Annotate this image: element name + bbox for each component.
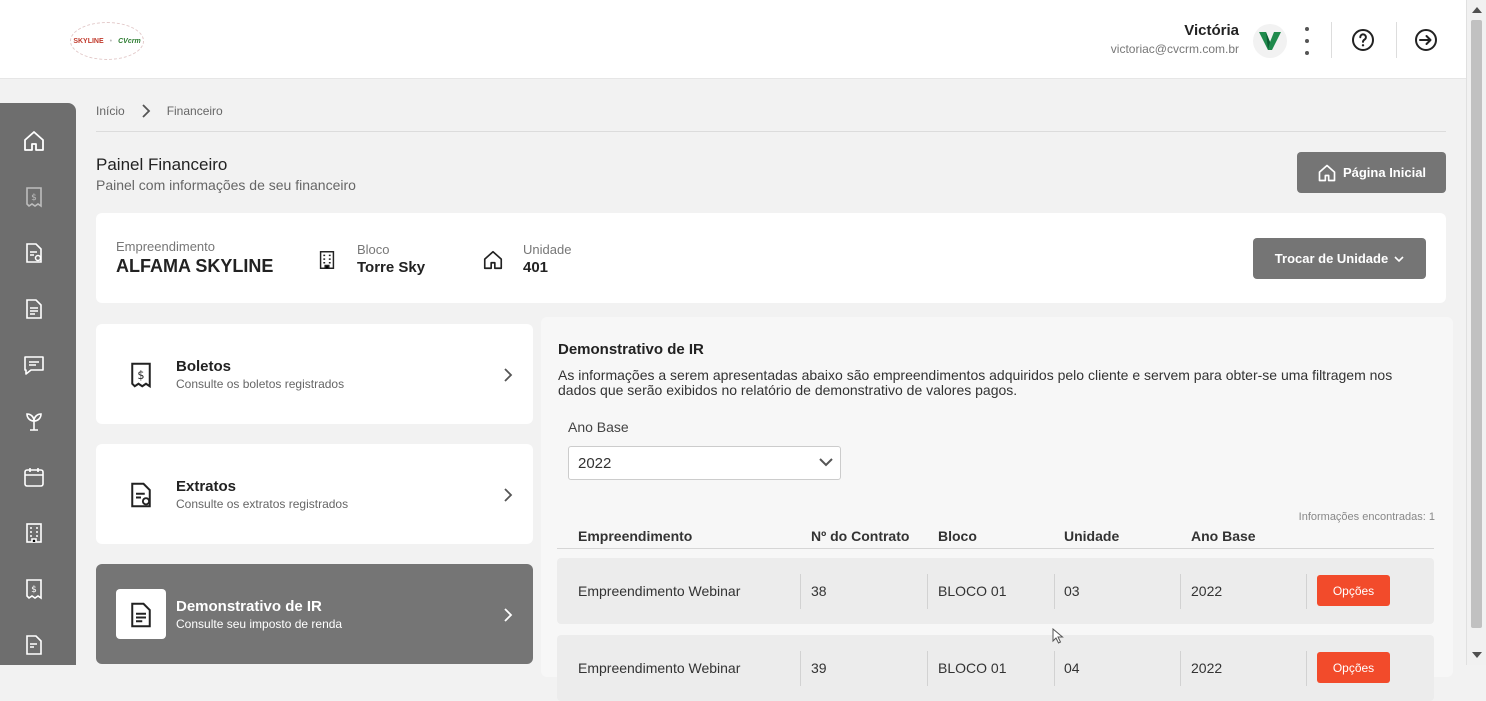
- ir-title: Demonstrativo de IR: [558, 341, 704, 358]
- boleto-icon: $: [131, 362, 151, 389]
- home-icon: [1318, 164, 1336, 181]
- col-ano-base: Ano Base: [1191, 528, 1256, 544]
- plant-icon[interactable]: [22, 409, 46, 433]
- table-row: Empreendimento Webinar 38 BLOCO 01 03 20…: [557, 558, 1434, 624]
- mouse-cursor-icon: [1052, 628, 1064, 644]
- home-icon[interactable]: [22, 129, 46, 153]
- building-icon: [319, 251, 335, 269]
- col-contrato: Nº do Contrato: [811, 528, 910, 544]
- boleto-icon[interactable]: $: [22, 577, 46, 601]
- extrato-icon: [131, 482, 151, 508]
- document-icon[interactable]: [22, 297, 46, 321]
- extrato-icon[interactable]: [22, 633, 46, 657]
- avatar[interactable]: [1253, 24, 1287, 58]
- table-row: Empreendimento Webinar 39 BLOCO 01 04 20…: [557, 635, 1434, 701]
- bloco-value: Torre Sky: [357, 259, 426, 276]
- sidebar: $ $: [0, 103, 76, 665]
- ano-base-select[interactable]: 2022: [568, 446, 841, 480]
- boleto-icon[interactable]: $: [22, 185, 46, 209]
- chat-icon[interactable]: [22, 353, 46, 377]
- ano-base-value: 2022: [578, 455, 612, 472]
- menu-title: Extratos: [176, 478, 237, 495]
- menu-card-demonstrativo-ir[interactable]: Demonstrativo de IR Consulte seu imposto…: [96, 564, 533, 664]
- opcoes-button[interactable]: Opções: [1317, 652, 1390, 683]
- page-title: Painel Financeiro: [96, 155, 228, 174]
- menu-card-boletos[interactable]: $ Boletos Consulte os boletos registrado…: [96, 324, 533, 424]
- unit-card: Empreendimento ALFAMA SKYLINE Bloco Torr…: [96, 213, 1446, 303]
- empreendimento-label: Empreendimento: [116, 239, 215, 254]
- breadcrumb-inicio[interactable]: Início: [96, 104, 125, 118]
- cell-ano: 2022: [1191, 583, 1223, 599]
- chevron-right-icon: [504, 368, 513, 382]
- info-count: Informações encontradas: 1: [1298, 511, 1435, 523]
- page-scrollbar[interactable]: [1466, 0, 1486, 665]
- logout-icon[interactable]: [1414, 28, 1438, 52]
- chevron-right-icon: [142, 104, 150, 118]
- col-unidade: Unidade: [1064, 528, 1120, 544]
- ir-panel: Demonstrativo de IR As informações a ser…: [541, 317, 1453, 701]
- user-name: Victória: [1184, 22, 1239, 39]
- scroll-up-arrow-icon[interactable]: [1472, 7, 1482, 13]
- svg-text:$: $: [137, 369, 144, 382]
- scroll-down-arrow-icon[interactable]: [1472, 652, 1482, 658]
- bloco-label: Bloco: [357, 242, 390, 257]
- cell-contrato: 39: [811, 660, 827, 676]
- col-empreendimento: Empreendimento: [578, 528, 693, 544]
- empreendimento-value: ALFAMA SKYLINE: [116, 256, 274, 276]
- top-bar: SKYLINE • CVcrm Victória victoriac@cvcrm…: [0, 0, 1466, 79]
- cell-unidade: 03: [1064, 583, 1080, 599]
- home-page-button[interactable]: Página Inicial: [1297, 152, 1446, 193]
- scroll-thumb[interactable]: [1471, 20, 1482, 628]
- breadcrumb: Início Financeiro: [96, 104, 223, 118]
- cell-bloco: BLOCO 01: [938, 660, 1007, 676]
- chevron-right-icon: [504, 608, 513, 622]
- cell-unidade: 04: [1064, 660, 1080, 676]
- more-options-icon[interactable]: [1299, 27, 1315, 55]
- home-page-button-label: Página Inicial: [1342, 165, 1427, 180]
- opcoes-button[interactable]: Opções: [1317, 575, 1390, 606]
- menu-subtitle: Consulte os extratos registrados: [176, 497, 349, 511]
- svg-text:$: $: [31, 585, 37, 595]
- help-icon[interactable]: [1351, 28, 1375, 52]
- cell-empreendimento: Empreendimento Webinar: [578, 660, 741, 676]
- company-logo[interactable]: SKYLINE • CVcrm: [70, 22, 144, 60]
- logo-cvcrm: CVcrm: [118, 37, 141, 45]
- svg-text:$: $: [31, 193, 37, 203]
- menu-title: Boletos: [176, 358, 232, 375]
- page-subtitle: Painel com informações de seu financeiro: [96, 177, 356, 193]
- cell-empreendimento: Empreendimento Webinar: [578, 583, 741, 599]
- trocar-unidade-label: Trocar de Unidade: [1274, 251, 1389, 266]
- user-email: victoriac@cvcrm.com.br: [1110, 42, 1239, 56]
- extrato-icon[interactable]: [22, 241, 46, 265]
- home-icon: [483, 250, 503, 270]
- user-info: Victória victoriac@cvcrm.com.br: [1111, 22, 1239, 56]
- breadcrumb-financeiro: Financeiro: [166, 104, 223, 118]
- calendar-icon[interactable]: [22, 465, 46, 489]
- chevron-down-icon: [819, 458, 833, 467]
- logo-skyline: SKYLINE: [73, 37, 104, 45]
- menu-title: Demonstrativo de IR: [176, 598, 322, 615]
- ir-description: As informações a serem apresentadas abai…: [558, 367, 1393, 398]
- menu-card-extratos[interactable]: Extratos Consulte os extratos registrado…: [96, 444, 533, 544]
- unidade-value: 401: [523, 259, 549, 276]
- chevron-down-icon: [1394, 255, 1404, 262]
- ano-base-label: Ano Base: [568, 419, 629, 435]
- menu-subtitle: Consulte seu imposto de renda: [176, 617, 343, 631]
- cell-ano: 2022: [1191, 660, 1223, 676]
- avatar-logo-icon: [1259, 32, 1281, 50]
- col-bloco: Bloco: [938, 528, 977, 544]
- menu-subtitle: Consulte os boletos registrados: [176, 377, 345, 391]
- trocar-unidade-button[interactable]: Trocar de Unidade: [1253, 238, 1426, 279]
- chevron-right-icon: [504, 488, 513, 502]
- unidade-label: Unidade: [523, 242, 572, 257]
- cell-bloco: BLOCO 01: [938, 583, 1007, 599]
- document-icon: [131, 602, 151, 628]
- building-icon[interactable]: [22, 521, 46, 545]
- cell-contrato: 38: [811, 583, 827, 599]
